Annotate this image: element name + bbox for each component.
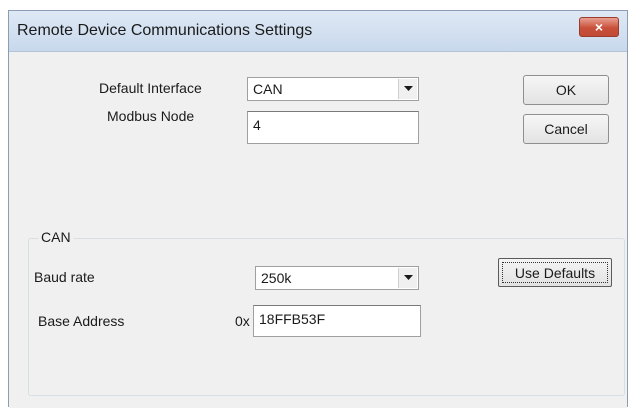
close-button[interactable]: ×	[579, 17, 619, 37]
use-defaults-button[interactable]: Use Defaults	[498, 258, 612, 287]
base-address-input[interactable]: 18FFB53F	[253, 305, 421, 337]
title-bar[interactable]: Remote Device Communications Settings ×	[9, 11, 627, 52]
baud-rate-dropdown-button[interactable]	[398, 268, 417, 288]
base-address-label: Base Address	[38, 313, 125, 329]
baud-rate-value: 250k	[261, 270, 292, 286]
default-interface-label: Default Interface	[99, 80, 202, 96]
close-icon: ×	[594, 19, 604, 35]
dialog-window: Remote Device Communications Settings × …	[8, 10, 628, 408]
modbus-node-input[interactable]: 4	[247, 111, 419, 144]
can-group-title: CAN	[38, 229, 74, 245]
default-interface-value: CAN	[253, 81, 283, 97]
baud-rate-label: Baud rate	[34, 269, 95, 285]
window-title: Remote Device Communications Settings	[17, 22, 313, 39]
use-defaults-label: Use Defaults	[514, 265, 596, 281]
chevron-down-icon	[404, 275, 413, 280]
modbus-node-label: Modbus Node	[107, 108, 195, 124]
dialog-body: Default Interface CAN Modbus Node 4 OK C…	[9, 52, 627, 408]
baud-rate-select[interactable]: 250k	[255, 266, 419, 290]
default-interface-select[interactable]: CAN	[247, 77, 419, 101]
chevron-down-icon	[404, 86, 413, 91]
base-address-prefix: 0x	[235, 313, 250, 329]
base-address-value: 18FFB53F	[259, 311, 326, 327]
cancel-button[interactable]: Cancel	[523, 114, 609, 144]
modbus-node-value: 4	[253, 117, 261, 133]
default-interface-dropdown-button[interactable]	[398, 79, 417, 99]
ok-button[interactable]: OK	[523, 75, 609, 105]
